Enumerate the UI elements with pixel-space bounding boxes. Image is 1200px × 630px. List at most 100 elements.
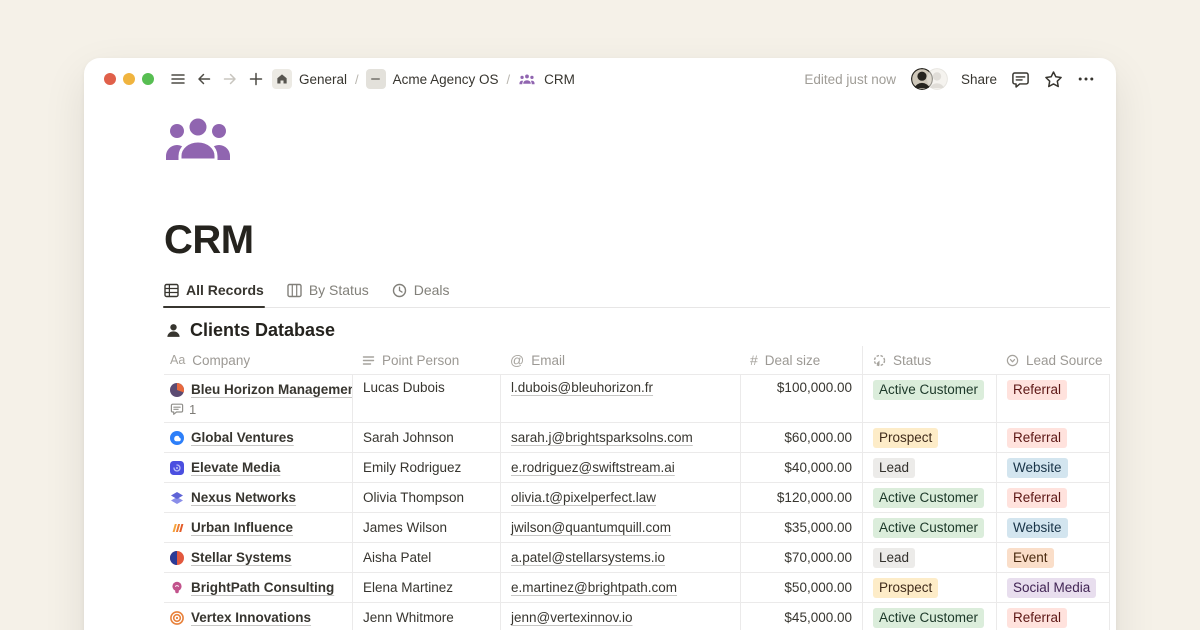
lead-source-cell[interactable]: Referral (996, 423, 1110, 452)
company-name: Urban Influence (191, 520, 293, 535)
breadcrumb-general[interactable]: General (298, 72, 348, 87)
email-cell[interactable]: olivia.t@pixelperfect.law (500, 483, 740, 512)
company-name: BrightPath Consulting (191, 580, 334, 595)
new-page-icon[interactable] (246, 69, 266, 89)
view-tabs: All Records By Status Deals (164, 282, 1110, 308)
company-cell[interactable]: Elevate Media (164, 453, 352, 482)
company-icon (170, 551, 184, 565)
lead-source-cell[interactable]: Referral (996, 603, 1110, 630)
deal-size-cell[interactable]: $40,000.00 (740, 453, 862, 482)
status-cell[interactable]: Lead (862, 453, 996, 482)
status-cell[interactable]: Active Customer (862, 375, 996, 422)
email-cell[interactable]: e.rodriguez@swiftstream.ai (500, 453, 740, 482)
company-cell[interactable]: Bleu Horizon Management 1 (164, 375, 352, 422)
lead-source-badge: Event (1007, 548, 1054, 568)
column-header-company[interactable]: Aa Company (164, 346, 352, 374)
table-row: Urban Influence James Wilson jwilson@qua… (164, 513, 1110, 543)
deal-size-cell[interactable]: $100,000.00 (740, 375, 862, 422)
lead-source-cell[interactable]: Website (996, 453, 1110, 482)
comment-count[interactable]: 1 (170, 400, 196, 418)
company-name: Stellar Systems (191, 550, 292, 565)
company-cell[interactable]: Urban Influence (164, 513, 352, 542)
page-people-icon[interactable] (164, 116, 232, 164)
column-header-status[interactable]: Status (862, 346, 996, 374)
person-icon (166, 323, 181, 338)
tab-all-records[interactable]: All Records (164, 282, 264, 298)
status-cell[interactable]: Prospect (862, 573, 996, 602)
deal-size-cell[interactable]: $35,000.00 (740, 513, 862, 542)
column-header-deal-size[interactable]: # Deal size (740, 346, 862, 374)
email-cell[interactable]: a.patel@stellarsystems.io (500, 543, 740, 572)
point-person-cell[interactable]: Lucas Dubois (352, 375, 500, 422)
close-window-button[interactable] (104, 73, 116, 85)
forward-icon[interactable] (220, 69, 240, 89)
tab-by-status[interactable]: By Status (287, 282, 369, 298)
company-cell[interactable]: Global Ventures (164, 423, 352, 452)
deal-size-cell[interactable]: $70,000.00 (740, 543, 862, 572)
minimize-window-button[interactable] (123, 73, 135, 85)
status-cell[interactable]: Active Customer (862, 483, 996, 512)
status-cell[interactable]: Active Customer (862, 603, 996, 630)
deal-size-cell[interactable]: $60,000.00 (740, 423, 862, 452)
breadcrumb-separator: / (505, 72, 511, 87)
company-icon (170, 491, 184, 505)
lead-source-cell[interactable]: Social Media (996, 573, 1110, 602)
status-badge: Active Customer (873, 608, 984, 628)
company-cell[interactable]: Vertex Innovations (164, 603, 352, 630)
deal-size-cell[interactable]: $45,000.00 (740, 603, 862, 630)
breadcrumb-crm[interactable]: CRM (543, 72, 576, 87)
point-person-cell[interactable]: James Wilson (352, 513, 500, 542)
status-cell[interactable]: Prospect (862, 423, 996, 452)
point-person-cell[interactable]: Sarah Johnson (352, 423, 500, 452)
email-cell[interactable]: jwilson@quantumquill.com (500, 513, 740, 542)
window-topbar: General / Acme Agency OS / CRM Edited ju… (84, 58, 1116, 100)
point-person-cell[interactable]: Aisha Patel (352, 543, 500, 572)
point-person-cell[interactable]: Emily Rodriguez (352, 453, 500, 482)
comments-icon[interactable] (1010, 69, 1030, 89)
lead-source-cell[interactable]: Website (996, 513, 1110, 542)
sidebar-menu-icon[interactable] (168, 69, 188, 89)
email-cell[interactable]: l.dubois@bleuhorizon.fr (500, 375, 740, 422)
table-body: Bleu Horizon Management 1 Lucas Dubois l… (164, 375, 1110, 630)
edited-status: Edited just now (804, 72, 896, 87)
lead-source-cell[interactable]: Event (996, 543, 1110, 572)
column-header-lead-source[interactable]: Lead Source (996, 346, 1110, 374)
column-header-point-person[interactable]: Point Person (352, 346, 500, 374)
point-person-cell[interactable]: Elena Martinez (352, 573, 500, 602)
back-icon[interactable] (194, 69, 214, 89)
email-cell[interactable]: sarah.j@brightsparksolns.com (500, 423, 740, 452)
status-cell[interactable]: Lead (862, 543, 996, 572)
page-title[interactable]: CRM (164, 218, 254, 263)
email-cell[interactable]: e.martinez@brightpath.com (500, 573, 740, 602)
avatar-faded (926, 68, 948, 90)
point-person-cell[interactable]: Olivia Thompson (352, 483, 500, 512)
table-row: Elevate Media Emily Rodriguez e.rodrigue… (164, 453, 1110, 483)
database-title[interactable]: Clients Database (166, 320, 335, 341)
avatar-group[interactable] (911, 68, 948, 90)
status-cell[interactable]: Active Customer (862, 513, 996, 542)
lead-source-cell[interactable]: Referral (996, 375, 1110, 422)
tab-deals[interactable]: Deals (392, 282, 450, 298)
status-icon (873, 354, 886, 367)
column-header-email[interactable]: @ Email (500, 346, 740, 374)
point-person-cell[interactable]: Jenn Whitmore (352, 603, 500, 630)
deal-size-cell[interactable]: $50,000.00 (740, 573, 862, 602)
company-cell[interactable]: Nexus Networks (164, 483, 352, 512)
company-icon (170, 521, 184, 535)
home-icon[interactable] (272, 69, 292, 89)
workspace-page-icon[interactable] (366, 69, 386, 89)
share-button[interactable]: Share (961, 72, 997, 87)
breadcrumb-acme-agency-os[interactable]: Acme Agency OS (392, 72, 500, 87)
company-cell[interactable]: Stellar Systems (164, 543, 352, 572)
status-badge: Prospect (873, 578, 938, 598)
star-icon[interactable] (1043, 69, 1063, 89)
company-cell[interactable]: BrightPath Consulting (164, 573, 352, 602)
lead-source-badge: Referral (1007, 488, 1067, 508)
more-icon[interactable] (1076, 69, 1096, 89)
company-icon (170, 461, 184, 475)
lead-source-cell[interactable]: Referral (996, 483, 1110, 512)
company-name: Bleu Horizon Management (191, 382, 352, 397)
maximize-window-button[interactable] (142, 73, 154, 85)
email-cell[interactable]: jenn@vertexinnov.io (500, 603, 740, 630)
deal-size-cell[interactable]: $120,000.00 (740, 483, 862, 512)
